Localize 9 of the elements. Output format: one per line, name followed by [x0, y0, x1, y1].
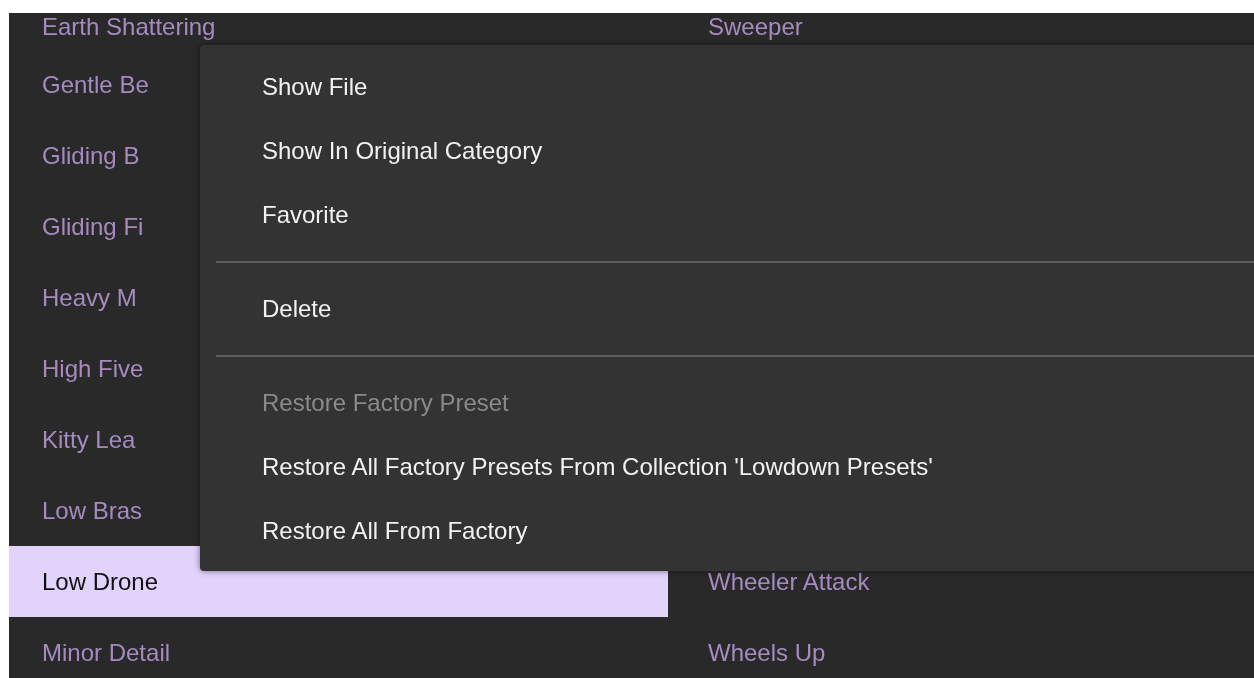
preset-item[interactable]: Earth Shattering [9, 13, 668, 49]
preset-item[interactable]: Minor Detail [9, 617, 668, 678]
menu-item[interactable]: Favorite [200, 183, 1254, 247]
menu-item[interactable]: Show In Original Category [200, 119, 1254, 183]
menu-item[interactable]: Show File [200, 55, 1254, 119]
preset-item[interactable]: Wheels Up [668, 617, 1254, 678]
preset-item[interactable]: Sweeper [668, 13, 1254, 49]
menu-item[interactable]: Delete [200, 277, 1254, 341]
menu-item[interactable]: Restore All Factory Presets From Collection 'Lowdown Presets' [200, 435, 1254, 499]
